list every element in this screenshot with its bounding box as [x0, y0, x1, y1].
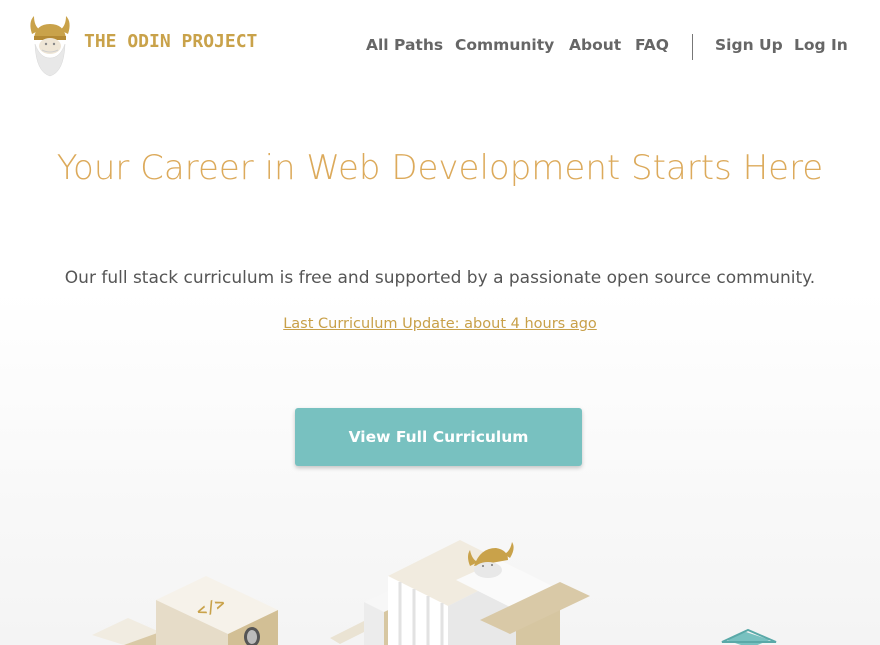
code-block: </> — [156, 576, 278, 645]
site-header: THE ODIN PROJECT All Paths Community Abo… — [0, 0, 880, 92]
nav-link-faq[interactable]: FAQ — [635, 36, 669, 54]
nav-link-about[interactable]: About — [569, 36, 621, 54]
nav-link-community[interactable]: Community — [455, 36, 554, 54]
isometric-city-illustration: </> — [92, 540, 777, 645]
small-block-left — [92, 618, 160, 645]
central-building — [330, 540, 590, 645]
hero-subtitle: Our full stack curriculum is free and su… — [64, 268, 816, 288]
nav-link-all-paths[interactable]: All Paths — [366, 36, 443, 54]
nav-link-log-in[interactable]: Log In — [794, 36, 848, 54]
viking-helmet-logo-icon[interactable] — [26, 14, 74, 78]
curriculum-update-link[interactable]: Last Curriculum Update: about 4 hours ag… — [40, 316, 840, 332]
brand-name[interactable]: THE ODIN PROJECT — [84, 31, 257, 52]
view-full-curriculum-button[interactable]: View Full Curriculum — [295, 408, 582, 466]
nav-divider — [692, 34, 693, 60]
hero-title: Your Career in Web Development Starts He… — [56, 148, 824, 188]
nav-link-sign-up[interactable]: Sign Up — [715, 36, 783, 54]
teal-block-right — [721, 628, 777, 645]
